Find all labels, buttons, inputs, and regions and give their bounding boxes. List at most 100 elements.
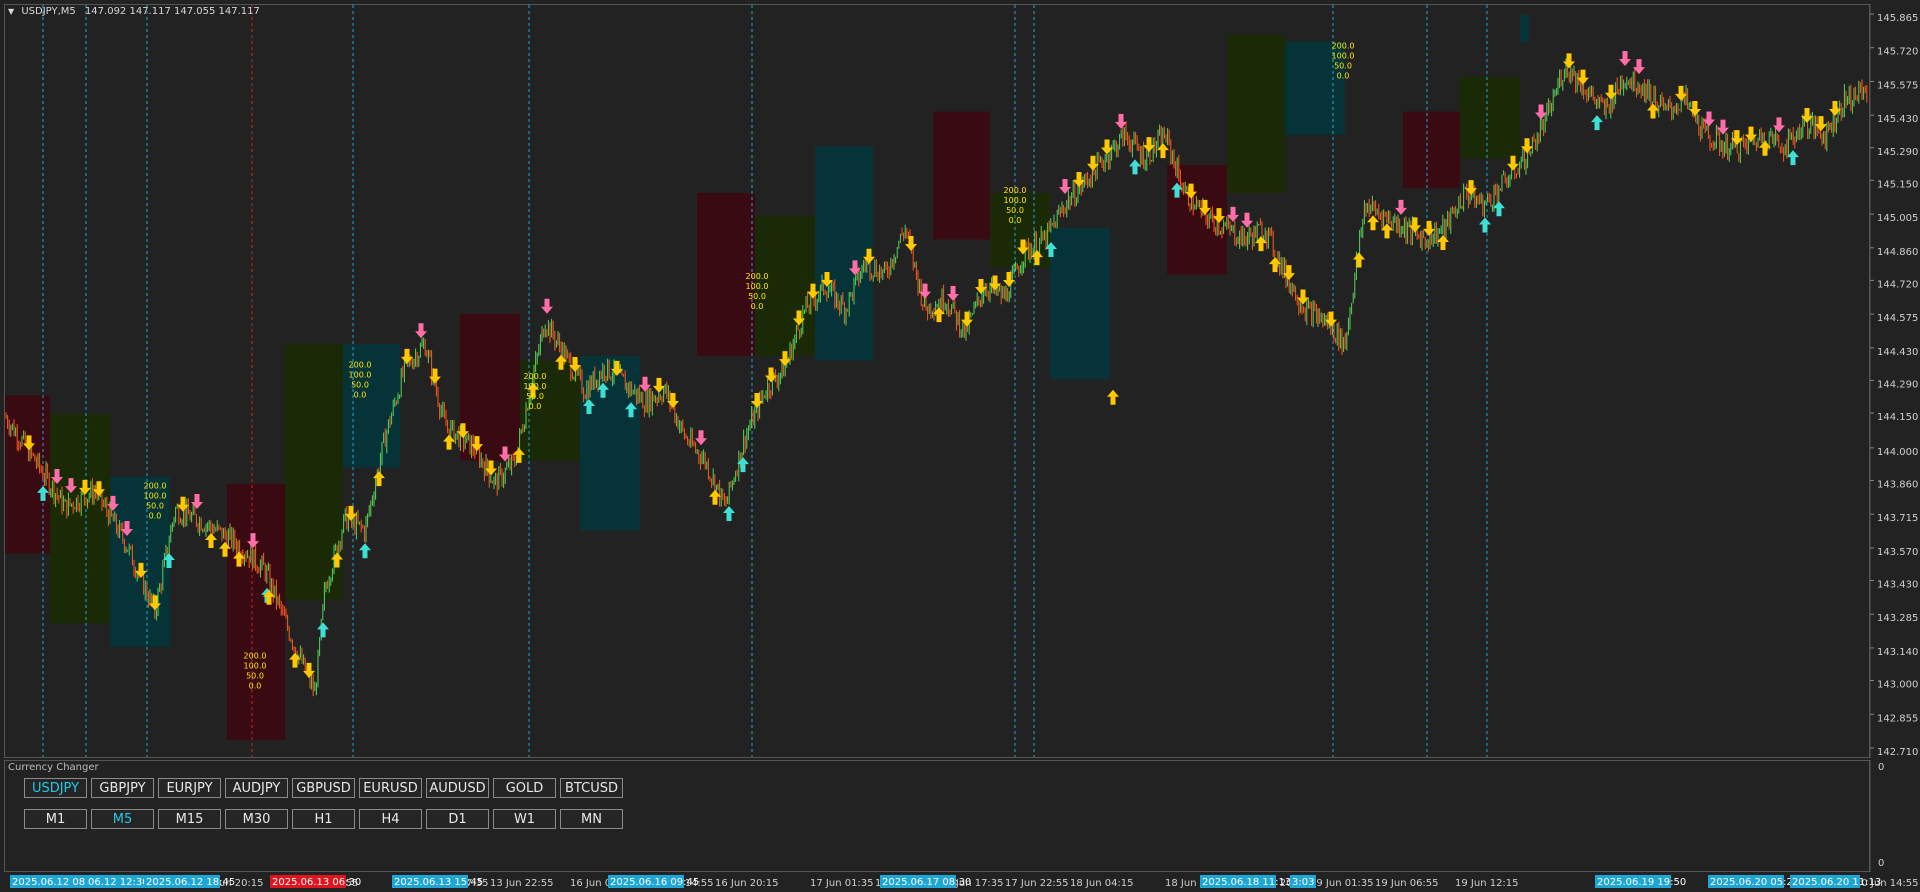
price-label: 145.720 [1877,47,1918,58]
time-highlight-label: 06.12 12:30 [88,877,149,888]
sell-arrow-icon [541,298,553,314]
price-label: 143.285 [1877,613,1918,624]
time-label: 13 Jun 22:55 [490,878,554,889]
price-label: 145.430 [1877,114,1918,125]
timeframe-button-m15[interactable]: M15 [158,809,221,829]
timeframe-buttons: M1 M5 M15 M30 H1 H4 D1 W1 MN [24,809,627,829]
pair-button-eurusd[interactable]: EURUSD [359,778,422,798]
zone-teal [1050,227,1110,380]
level-label: 100.0 [746,282,769,291]
sell-arrow-icon [1241,212,1253,228]
pair-button-audjpy[interactable]: AUDJPY [225,778,288,798]
buy-arrow-icon [1157,143,1169,159]
symbol-ohlc: 147.092 147.117 147.055 147.117 [84,6,260,17]
indicator-axis-bottom: 0 [1878,858,1884,869]
pair-button-btcusd[interactable]: BTCUSD [560,778,623,798]
level-label: 200.0 [524,372,547,381]
level-label: 100.0 [144,491,167,500]
main-chart-area[interactable]: 200.0 100.0 50.0 0.0 200.0 100.0 50.0 0.0 200.0 1… [4,4,1870,758]
price-label: 144.860 [1877,247,1918,258]
timeframe-button-mn[interactable]: MN [560,809,623,829]
pair-button-gbpusd[interactable]: GBPUSD [292,778,355,798]
zone-teal [1520,15,1529,42]
buy-arrow-icon [1591,115,1603,131]
indicator-axis-top: 0 [1878,762,1884,773]
symbol-header: ▼ USDJPY,M5 147.092 147.117 147.055 147.… [8,6,260,17]
time-label: 19 Jun 06:55 [1375,878,1439,889]
price-label: 144.430 [1877,347,1918,358]
time-highlight-label: 2025.06.19 19:50 [1597,877,1686,888]
price-label: 144.290 [1877,379,1918,390]
chart-window: 200.0 100.0 50.0 0.0 200.0 100.0 50.0 0.0 200.0 1… [0,0,1920,892]
level-label: 50.0 [1006,206,1024,215]
sell-arrow-icon [1619,51,1631,67]
buy-arrow-icon [317,622,329,638]
buy-arrow-icon [373,471,385,487]
time-label: 16 Jun 20:15 [715,878,779,889]
dropdown-triangle-icon[interactable]: ▼ [8,7,14,16]
symbol-name: USDJPY,M5 [21,6,76,17]
buy-arrow-icon [723,506,735,522]
price-label: 144.150 [1877,412,1918,423]
level-label: 200.0 [349,360,372,369]
pair-button-gold[interactable]: GOLD [493,778,556,798]
price-chart-svg[interactable]: 200.0100.050.00.0200.0100.050.00.0200.01… [5,5,1869,757]
level-label: 0.0 [1009,216,1022,225]
sell-arrow-icon [1003,272,1015,288]
price-label: 142.710 [1877,747,1918,758]
zone-teal [580,355,640,531]
level-label: 50.0 [748,292,766,301]
pair-button-gbpjpy[interactable]: GBPJPY [91,778,154,798]
timeframe-button-m5[interactable]: M5 [91,809,154,829]
time-highlight-label: 2025.06.13 15:45 [394,877,483,888]
price-label: 145.150 [1877,179,1918,190]
time-highlight-label: 3:03 [1292,877,1314,888]
panel-title: Currency Changer [8,762,99,773]
level-label: 100.0 [1004,196,1027,205]
time-highlight-label: 2025.06.13 06:30 [272,877,361,888]
time-highlight-label: 2025.06.20 11:13 [1792,877,1881,888]
buy-arrow-icon [1479,217,1491,233]
buy-arrow-icon [1493,201,1505,217]
timeframe-button-m1[interactable]: M1 [24,809,87,829]
time-label: 19 Jun 12:15 [1455,878,1519,889]
sell-arrow-icon [429,368,441,384]
zone-red [460,313,520,461]
price-label: 144.720 [1877,279,1918,290]
price-label: 142.855 [1877,713,1918,724]
level-label: 0.0 [249,681,262,690]
zone-green [50,413,110,624]
time-highlight-label: 2025.06.20 05:28 [1710,877,1799,888]
level-label: 200.0 [746,272,769,281]
level-label: 100.0 [524,382,547,391]
buy-arrow-icon [443,434,455,450]
buy-arrow-icon [1437,234,1449,250]
level-label: 50.0 [351,380,369,389]
sell-arrow-icon [695,430,707,446]
price-label: 145.290 [1877,147,1918,158]
zone-red [1403,111,1460,189]
pair-button-eurjpy[interactable]: EURJPY [158,778,221,798]
sell-arrow-icon [1325,311,1337,327]
timeframe-button-h4[interactable]: H4 [359,809,422,829]
level-label: 0.0 [1337,72,1350,81]
zone-teal [815,146,873,361]
timeframe-button-m30[interactable]: M30 [225,809,288,829]
level-label: 100.0 [1332,52,1355,61]
buy-arrow-icon [1367,215,1379,231]
timeframe-button-w1[interactable]: W1 [493,809,556,829]
time-axis[interactable]: 12 Jun 20:1513 Jun 06:5513 Jun 17:3513 J… [0,872,1920,892]
pair-button-audusd[interactable]: AUDUSD [426,778,489,798]
sell-arrow-icon [1563,53,1575,69]
price-label: 144.575 [1877,313,1918,324]
price-label: 145.575 [1877,80,1918,91]
timeframe-button-d1[interactable]: D1 [426,809,489,829]
price-label: 143.000 [1877,680,1918,691]
timeframe-button-h1[interactable]: H1 [292,809,355,829]
time-label: 19 Jun 01:35 [1310,878,1374,889]
level-label: 200.0 [244,651,267,660]
buy-arrow-icon [1129,159,1141,175]
zone-green [1227,34,1285,193]
price-axis[interactable]: 145.865 145.720 145.575 145.430 145.290 145.1… [1870,4,1920,758]
pair-button-usdjpy[interactable]: USDJPY [24,778,87,798]
